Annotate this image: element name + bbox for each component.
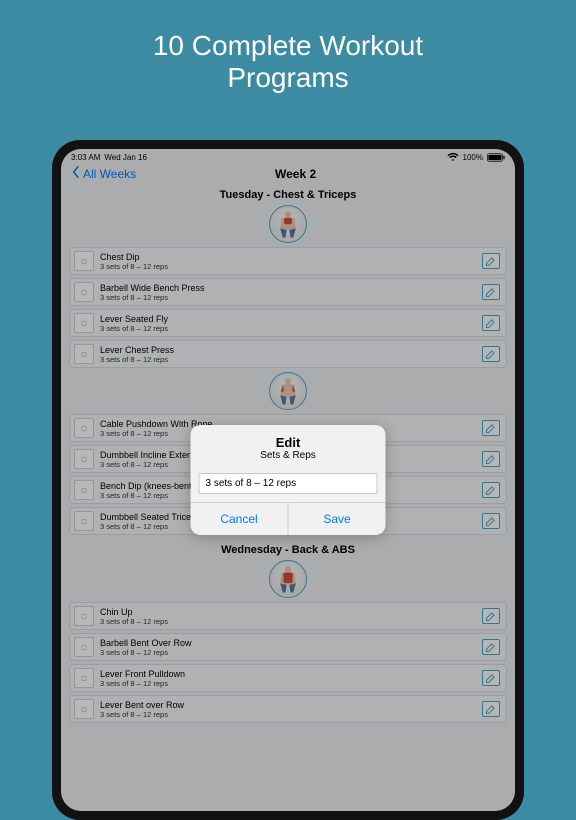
modal-subtitle: Sets & Reps [199, 450, 378, 461]
edit-modal: Edit Sets & Reps 3 sets of 8 – 12 reps C… [191, 425, 386, 535]
sets-reps-input[interactable]: 3 sets of 8 – 12 reps [199, 473, 378, 494]
device-screen: 3:03 AM Wed Jan 16 100% All Weeks Week 2… [61, 149, 515, 811]
cancel-button[interactable]: Cancel [191, 503, 289, 535]
modal-title: Edit [199, 435, 378, 450]
promo-line-1: 10 Complete Workout [153, 30, 423, 61]
promo-title: 10 Complete Workout Programs [0, 0, 576, 94]
save-button[interactable]: Save [289, 503, 386, 535]
device-frame: 3:03 AM Wed Jan 16 100% All Weeks Week 2… [52, 140, 524, 820]
promo-line-2: Programs [227, 62, 348, 93]
